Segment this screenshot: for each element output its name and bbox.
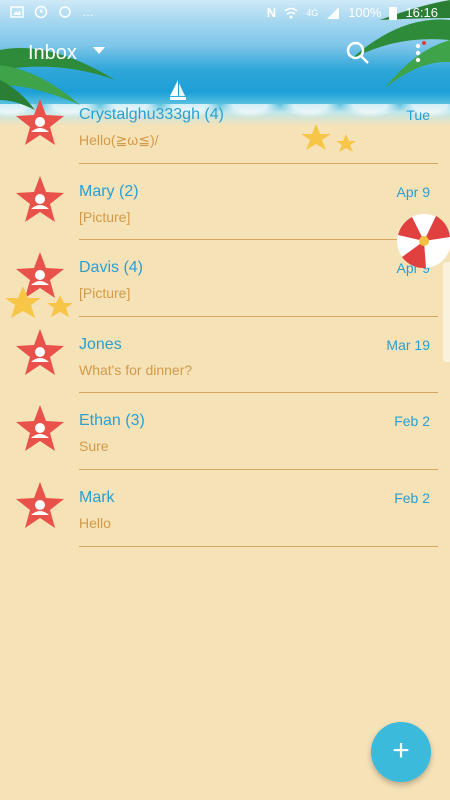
search-icon[interactable] xyxy=(345,40,371,66)
conversation-row[interactable]: Ethan (3) Feb 2 Sure xyxy=(0,402,450,479)
app-bar: Inbox xyxy=(0,26,450,82)
compose-button[interactable]: + xyxy=(371,722,431,782)
message-snippet: What's for dinner? xyxy=(79,361,193,378)
contact-name: Jones xyxy=(79,335,122,353)
conversation-row[interactable]: Mary (2) Apr 9 [Picture] xyxy=(0,173,450,250)
divider xyxy=(79,162,438,164)
page-title[interactable]: Inbox xyxy=(28,42,77,65)
divider xyxy=(79,315,438,317)
message-date: Apr 9 xyxy=(396,183,430,200)
image-notification-icon xyxy=(10,6,24,18)
more-options-icon[interactable] xyxy=(408,40,428,66)
alarm-icon xyxy=(34,5,48,19)
conversation-row[interactable]: Jones Mar 19 What's for dinner? xyxy=(0,326,450,403)
signal-icon xyxy=(327,6,340,19)
message-snippet: [Picture] xyxy=(79,208,131,225)
message-snippet: Hello(≧ω≦)/ xyxy=(79,132,159,148)
sync-icon xyxy=(59,6,71,18)
message-snippet: Sure xyxy=(79,438,109,455)
beach-ball-icon xyxy=(397,214,450,269)
starfish-avatar-icon[interactable] xyxy=(14,328,66,380)
battery-icon xyxy=(389,6,398,20)
starfish-decoration-icon xyxy=(5,286,73,318)
starfish-avatar-icon[interactable] xyxy=(14,175,66,227)
divider xyxy=(79,392,438,394)
divider xyxy=(79,468,438,470)
conversation-row[interactable]: Mark Feb 2 Hello xyxy=(0,479,450,556)
network-type: 4G xyxy=(306,7,319,18)
conversation-list: Crystalghu333gh (4) Tue Hello(≧ω≦)/ Mary (2… xyxy=(0,96,450,556)
contact-name: Crystalghu333gh (4) xyxy=(79,106,224,123)
status-bar: … N 4G 100% 16:16 xyxy=(0,0,450,26)
starfish-avatar-icon[interactable] xyxy=(14,481,66,533)
status-right-icons: N 4G 100% 16:16 xyxy=(267,5,438,20)
contact-name: Mary (2) xyxy=(79,182,139,200)
starfish-decoration-icon xyxy=(301,124,356,152)
side-panel-handle[interactable] xyxy=(443,262,450,362)
message-snippet: [Picture] xyxy=(79,285,131,302)
message-date: Feb 2 xyxy=(394,489,430,506)
dropdown-caret-icon[interactable] xyxy=(93,45,105,55)
message-snippet: Hello xyxy=(79,514,111,531)
divider xyxy=(79,545,438,547)
contact-name: Davis (4) xyxy=(79,259,144,277)
contact-name: Mark xyxy=(79,488,115,506)
more-notifications-icon: … xyxy=(82,5,94,19)
conversation-row[interactable]: Crystalghu333gh (4) Tue Hello(≧ω≦)/ xyxy=(0,96,450,173)
nfc-icon: N xyxy=(266,5,277,20)
battery-level: 100% xyxy=(348,5,382,20)
status-left-icons: … xyxy=(10,5,94,19)
starfish-avatar-icon[interactable] xyxy=(14,404,66,456)
wifi-icon xyxy=(284,7,298,18)
clock: 16:16 xyxy=(405,5,438,20)
message-date: Tue xyxy=(406,107,430,123)
message-date: Feb 2 xyxy=(394,413,430,430)
contact-name: Ethan (3) xyxy=(79,412,145,430)
divider xyxy=(79,239,438,241)
message-date: Mar 19 xyxy=(386,336,430,353)
starfish-avatar-icon[interactable] xyxy=(14,98,66,150)
